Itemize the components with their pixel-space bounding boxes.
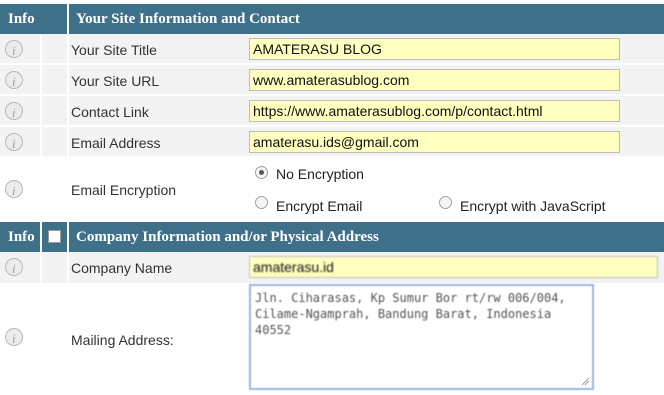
info-icon[interactable]: i <box>5 133 23 151</box>
header-divider <box>67 4 69 34</box>
email-encryption-label: Email Encryption <box>71 182 177 198</box>
svg-text:i: i <box>12 136 16 151</box>
contact-link-label: Contact Link <box>71 104 149 120</box>
section-title: Company Information and/or Physical Addr… <box>76 229 379 245</box>
svg-text:i: i <box>12 331 16 346</box>
section-header-company-info: Info Company Information and/or Physical… <box>0 222 664 252</box>
info-icon[interactable]: i <box>5 258 23 276</box>
contact-link-input[interactable]: https://www.amaterasublog.com/p/contact.… <box>249 100 620 122</box>
company-name-input[interactable]: amaterasu.id <box>249 256 658 278</box>
email-address-input[interactable]: amaterasu.ids@gmail.com <box>249 131 620 153</box>
site-title-input[interactable]: AMATERASU BLOG <box>249 38 620 60</box>
section-checkbox[interactable] <box>48 230 61 243</box>
header-divider <box>40 222 42 252</box>
form-row-site-url: i Your Site URL www.amaterasublog.com <box>0 65 664 96</box>
section-title: Your Site Information and Contact <box>76 11 300 27</box>
radio-label-encrypt-javascript: Encrypt with JavaScript <box>460 198 606 214</box>
info-icon[interactable]: i <box>5 40 23 58</box>
info-icon[interactable]: i <box>5 102 23 120</box>
info-icon[interactable]: i <box>5 71 23 89</box>
svg-text:i: i <box>12 105 16 120</box>
info-icon[interactable]: i <box>5 328 23 346</box>
form-row-site-title: i Your Site Title AMATERASU BLOG <box>0 34 664 65</box>
radio-label-no-encryption: No Encryption <box>276 166 364 182</box>
radio-no-encryption[interactable] <box>255 166 268 179</box>
info-column-header: Info <box>8 11 35 27</box>
site-url-input[interactable]: www.amaterasublog.com <box>249 69 620 91</box>
radio-encrypt-javascript[interactable] <box>439 196 452 209</box>
form-row-company-name: i Company Name amaterasu.id <box>0 252 664 283</box>
radio-label-encrypt-email: Encrypt Email <box>276 198 363 214</box>
site-url-label: Your Site URL <box>71 73 160 89</box>
info-icon[interactable]: i <box>5 180 23 198</box>
form-row-contact-link: i Contact Link https://www.amaterasublog… <box>0 96 664 127</box>
svg-text:i: i <box>12 261 16 276</box>
svg-text:i: i <box>12 183 16 198</box>
company-name-label: Company Name <box>71 260 173 276</box>
form-row-email-address: i Email Address amaterasu.ids@gmail.com <box>0 127 664 158</box>
site-title-label: Your Site Title <box>71 42 157 58</box>
resize-grip-icon[interactable] <box>580 376 590 386</box>
svg-text:i: i <box>12 74 16 89</box>
info-column-header: Info <box>8 229 35 245</box>
svg-text:i: i <box>12 43 16 58</box>
mailing-address-textarea[interactable]: Jln. Ciharasas, Kp Sumur Bor rt/rw 006/0… <box>249 284 594 390</box>
email-address-label: Email Address <box>71 135 161 151</box>
mailing-address-label: Mailing Address: <box>71 332 174 348</box>
radio-encrypt-email[interactable] <box>255 196 268 209</box>
form-row-email-encryption: i Email Encryption No Encryption Encrypt… <box>0 158 664 220</box>
header-divider <box>67 222 69 252</box>
section-header-site-info: Info Your Site Information and Contact <box>0 4 664 34</box>
